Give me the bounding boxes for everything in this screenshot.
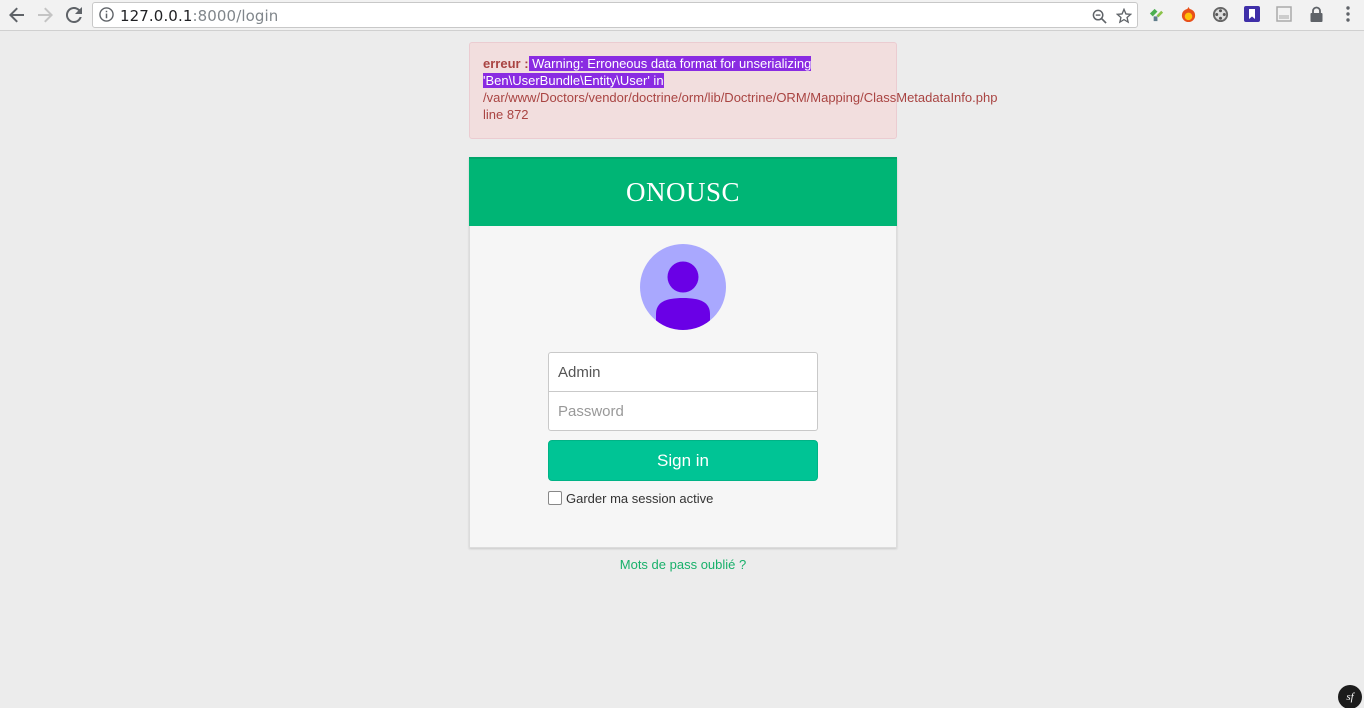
star-icon[interactable] <box>1114 6 1134 26</box>
browser-toolbar: 127.0.0.1:8000/login <box>0 0 1364 31</box>
arrow-right-icon <box>38 7 53 23</box>
username-input[interactable] <box>548 352 818 392</box>
extension-window-icon[interactable] <box>1275 5 1293 23</box>
alert-message-highlight-1: Warning: Erroneous data format for unser… <box>528 56 812 71</box>
url-text[interactable]: 127.0.0.1:8000/login <box>120 7 278 25</box>
forward-button[interactable] <box>33 4 57 26</box>
alert-label: erreur : <box>483 56 529 71</box>
remember-checkbox[interactable] <box>548 491 562 505</box>
extension-film-icon[interactable] <box>1211 5 1229 23</box>
info-icon[interactable] <box>99 7 114 27</box>
address-bar[interactable]: 127.0.0.1:8000/login <box>92 2 1138 28</box>
alert-line-number: line 872 <box>483 107 529 122</box>
remember-label: Garder ma session active <box>566 490 714 506</box>
kebab-menu-icon[interactable] <box>1339 5 1357 23</box>
password-input[interactable] <box>548 391 818 431</box>
extension-fire-icon[interactable] <box>1179 5 1197 23</box>
lock-icon[interactable] <box>1307 5 1325 23</box>
reload-button[interactable] <box>62 4 86 26</box>
sign-in-button[interactable]: Sign in <box>548 440 818 481</box>
login-panel: ONOUSC Sign in Garder ma session active <box>469 157 897 548</box>
alert-message-highlight-2: 'Ben\UserBundle\Entity\User' in <box>483 73 664 88</box>
zoom-out-icon[interactable] <box>1089 6 1109 26</box>
alert-file-path: /var/www/Doctors/vendor/doctrine/orm/lib… <box>483 90 998 105</box>
user-icon <box>640 244 726 330</box>
extension-plug-icon[interactable] <box>1147 5 1165 23</box>
arrow-left-icon <box>9 7 24 23</box>
reload-icon <box>66 7 82 23</box>
url-host: 127.0.0.1 <box>120 7 193 25</box>
url-path: :8000/login <box>192 7 279 25</box>
forgot-password-link[interactable]: Mots de pass oublié ? <box>469 557 897 572</box>
error-alert: erreur : Warning: Erroneous data format … <box>469 42 998 139</box>
app-title: ONOUSC <box>625 177 741 207</box>
remember-session[interactable]: Garder ma session active <box>548 490 713 506</box>
extension-bookmark-icon[interactable] <box>1243 5 1261 23</box>
symfony-debug-badge[interactable]: sf <box>1338 685 1362 708</box>
login-panel-header: ONOUSC <box>469 157 897 226</box>
back-button[interactable] <box>5 4 29 26</box>
